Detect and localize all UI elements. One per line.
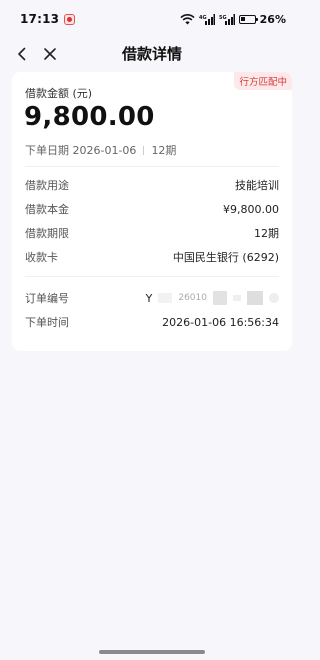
order-time-value: 2026-01-06 16:56:34 <box>162 315 279 329</box>
detail-value: 技能培训 <box>235 179 279 192</box>
detail-value: 中国民生银行 (6292) <box>172 251 279 264</box>
page-title: 借款详情 <box>121 45 182 63</box>
redaction-block <box>158 293 173 303</box>
detail-row-bank-card: 收款卡 中国民生银行 (6292) <box>25 249 279 265</box>
detail-label: 借款期限 <box>25 227 69 240</box>
order-no-prefix: Y <box>145 291 153 305</box>
detail-value: ¥9,800.00 <box>223 202 279 216</box>
status-time: 17:13 <box>20 12 60 26</box>
svg-text:4G: 4G <box>199 15 207 21</box>
amount-value: 9,800.00 <box>24 102 155 132</box>
app-notification-icon <box>64 13 76 25</box>
order-no-value[interactable]: Y 26010 <box>146 291 279 305</box>
detail-row-order-time: 下单时间 2026-01-06 16:56:34 <box>25 314 279 330</box>
detail-row-purpose: 借款用途 技能培训 <box>25 177 279 193</box>
battery-percent: 26% <box>259 12 286 26</box>
home-indicator[interactable] <box>99 650 205 654</box>
detail-label: 借款本金 <box>25 203 69 216</box>
battery-icon <box>238 14 259 24</box>
detail-label: 借款用途 <box>25 179 69 192</box>
order-no-label: 订单编号 <box>25 292 69 305</box>
signal-4g-icon: 4G <box>199 13 215 25</box>
status-indicators: 4G 5G 26% <box>180 13 286 26</box>
order-no-mid: 26010 <box>178 293 207 303</box>
wifi-icon <box>180 13 195 24</box>
detail-value: 12期 <box>254 227 279 240</box>
meta-separator <box>143 145 145 155</box>
amount-label: 借款金额 (元) <box>25 87 93 100</box>
detail-row-term: 借款期限 12期 <box>25 225 279 241</box>
order-date: 下单日期 2026-01-06 <box>25 144 137 157</box>
status-bar: 17:13 4G 5G 26% <box>0 0 304 38</box>
loan-detail-card: 行方匹配中 借款金额 (元) 9,800.00 下单日期 2026-01-06 … <box>12 72 292 351</box>
divider <box>25 276 279 277</box>
detail-row-order-no: 订单编号 Y 26010 <box>25 290 279 306</box>
order-time-label: 下单时间 <box>25 316 69 329</box>
nav-bar: 借款详情 <box>0 38 304 70</box>
detail-row-principal: 借款本金 ¥9,800.00 <box>25 201 279 217</box>
signal-5g-icon: 5G <box>219 13 235 25</box>
redaction-block <box>233 295 241 301</box>
order-meta: 下单日期 2026-01-06 12期 <box>25 142 176 158</box>
divider <box>25 166 279 167</box>
term-short: 12期 <box>151 144 177 157</box>
redaction-block <box>247 291 263 305</box>
redaction-block <box>213 291 227 305</box>
redaction-block <box>269 293 279 303</box>
status-badge: 行方匹配中 <box>234 72 292 90</box>
svg-text:5G: 5G <box>219 15 227 21</box>
detail-label: 收款卡 <box>25 251 58 264</box>
